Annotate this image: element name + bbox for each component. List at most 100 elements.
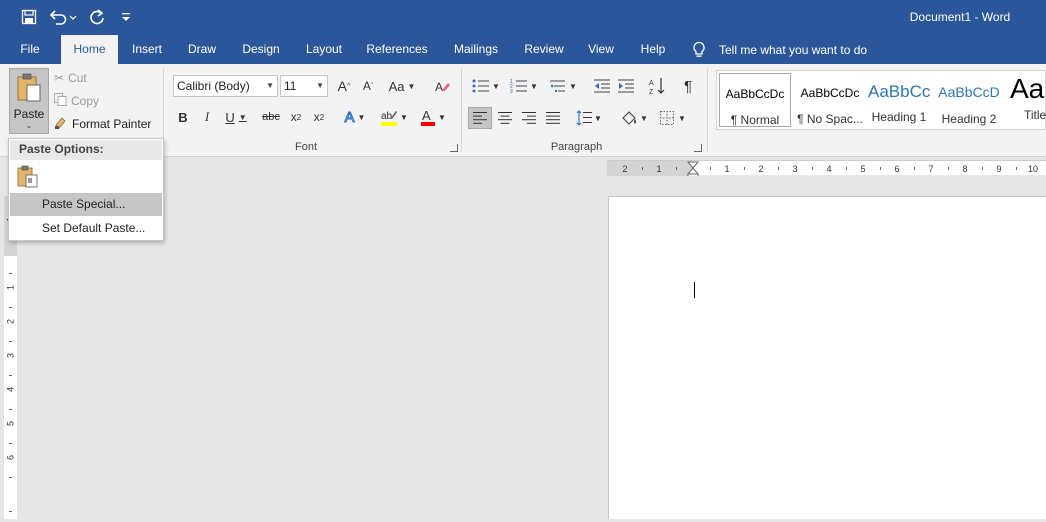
grow-font-icon[interactable]: A ^ [334,76,354,96]
borders-icon[interactable]: ▼ [656,107,690,129]
tab-mailings[interactable]: Mailings [446,35,506,64]
ruler-label: 1 [6,285,16,290]
paste-options-menu: Paste Options: Paste Special... Set Defa… [8,138,164,241]
ruler-tick [9,375,12,376]
svg-text:A: A [649,80,654,87]
tab-home[interactable]: Home [61,35,118,64]
ruler-tick [642,167,643,170]
document-page[interactable] [608,196,1046,519]
font-size-combo[interactable]: 11 ▼ [280,75,328,97]
set-default-paste-item[interactable]: Set Default Paste... [10,217,162,240]
sort-icon[interactable]: AZ [648,76,668,96]
styles-gallery: AaBbCcDc ¶ Normal AaBbCcDc ¶ No Spac... … [716,70,1046,130]
ruler-label: 8 [962,164,967,174]
bullets-icon[interactable]: ▼ [470,76,502,96]
save-icon[interactable] [18,6,40,28]
subscript-icon[interactable]: x2 [287,107,305,127]
font-size-value: 11 [284,79,297,93]
tab-insert[interactable]: Insert [124,35,170,64]
ruler-tick [9,443,12,444]
strikethrough-icon[interactable]: abc [260,107,282,127]
tab-file[interactable]: File [8,35,52,64]
tab-view[interactable]: View [582,35,620,64]
ruler-tick [9,511,12,512]
keep-source-formatting-option[interactable] [15,164,41,190]
style-name: Heading 1 [871,110,927,124]
increase-indent-icon[interactable] [616,76,636,96]
style-sample: AaBbCc [868,82,930,101]
style-heading-1[interactable]: AaBbCc Heading 1 [868,73,930,127]
paste-button[interactable]: Paste ⌄ [9,68,49,134]
tell-me-search[interactable]: Tell me what you want to do [692,35,867,64]
ruler-tick [948,167,949,170]
chevron-down-icon: ▼ [316,81,324,90]
cut-button[interactable]: ✂ Cut [54,69,87,87]
ruler-tick [9,341,12,342]
ruler-tick [880,167,881,170]
ruler-label: 9 [996,164,1001,174]
multilevel-list-icon[interactable]: ▼ [546,76,580,96]
italic-icon[interactable]: I [199,107,215,127]
style-sample: AaBbCcD [938,84,1000,100]
align-right-icon[interactable] [519,107,539,129]
line-spacing-icon[interactable]: ▼ [574,107,604,129]
vertical-ruler[interactable]: 1123456 [4,196,17,519]
bold-icon[interactable]: B [175,107,191,127]
change-case-button[interactable]: Aa ▼ [386,76,418,96]
horizontal-ruler[interactable]: 2 1 1 2 3 4 5 6 7 8 9 10 [607,160,1046,180]
ruler-tick [812,167,813,170]
ruler-tick [9,307,12,308]
style-name: Heading 2 [941,112,997,126]
highlight-color-icon[interactable]: ab ▼ [378,107,410,127]
ruler-label: 1 [724,164,729,174]
align-center-icon[interactable] [495,107,515,129]
ruler-label: 6 [6,455,16,460]
font-name-combo[interactable]: Calibri (Body) ▼ [173,75,278,97]
paste-special-item[interactable]: Paste Special... [10,193,162,216]
style-heading-2[interactable]: AaBbCcD Heading 2 [938,73,1000,127]
show-formatting-marks-icon[interactable]: ¶ [678,76,698,96]
tab-references[interactable]: References [362,35,432,64]
numbering-icon[interactable]: 1 2 3 ▼ [508,76,540,96]
clear-formatting-icon[interactable]: A [432,76,452,96]
shading-icon[interactable]: ▼ [618,107,650,129]
ruler-label: 2 [6,319,16,324]
customize-qat-icon[interactable] [118,6,134,28]
chevron-down-icon: ▼ [266,81,274,90]
ruler-label: 7 [928,164,933,174]
ruler-label: 10 [1028,164,1038,174]
font-dialog-launcher-icon[interactable] [450,144,458,152]
copy-button[interactable]: Copy [54,92,99,110]
style-normal[interactable]: AaBbCcDc ¶ Normal [719,73,791,127]
ruler-label: 2 [758,164,763,174]
svg-text:ab: ab [381,111,393,122]
shrink-font-icon[interactable]: Aˇ [358,76,378,96]
ruler-tick [710,167,711,170]
font-color-icon[interactable]: A ▼ [417,107,449,127]
tab-help[interactable]: Help [632,35,674,64]
tab-layout[interactable]: Layout [298,35,350,64]
ruler-label: 3 [792,164,797,174]
format-painter-icon [54,116,68,133]
tab-design[interactable]: Design [234,35,288,64]
tab-review[interactable]: Review [518,35,570,64]
tab-draw[interactable]: Draw [180,35,224,64]
ruler-label: 4 [826,164,831,174]
undo-icon[interactable] [48,6,78,28]
style-title[interactable]: Aa Title [1010,73,1046,127]
paragraph-dialog-launcher-icon[interactable] [694,144,702,152]
decrease-indent-icon[interactable] [592,76,612,96]
style-no-spacing[interactable]: AaBbCcDc ¶ No Spac... [794,73,866,127]
group-separator [707,68,708,152]
redo-icon[interactable] [86,6,108,28]
text-effects-icon[interactable]: A ▼ [340,107,370,127]
ruler-tick [914,167,915,170]
align-left-icon[interactable] [468,107,492,129]
document-title: Document1 - Word [909,10,1011,24]
scissors-icon: ✂ [54,71,65,85]
justify-icon[interactable] [543,107,563,129]
format-painter-button[interactable]: Format Painter [54,115,151,133]
superscript-icon[interactable]: x2 [310,107,328,127]
underline-icon[interactable]: U ▼ [223,107,249,127]
ruler-tick [9,273,12,274]
